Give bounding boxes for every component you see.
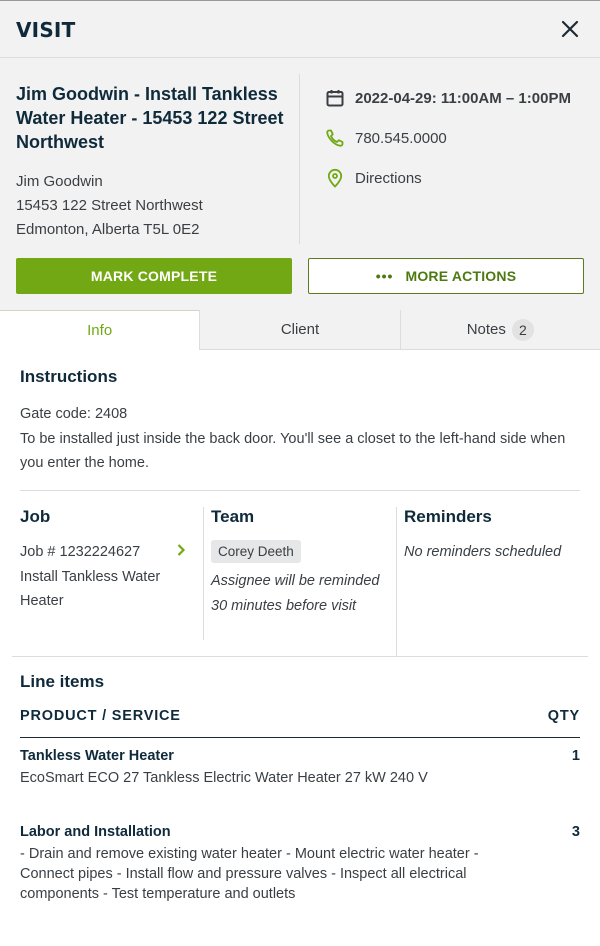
line-item-name: Tankless Water Heater: [20, 748, 174, 764]
job-title: Install Tankless Water Heater: [20, 568, 161, 610]
reminders-section: Reminders No reminders scheduled: [404, 507, 580, 565]
visit-summary: Jim Goodwin - Install Tankless Water Hea…: [0, 58, 600, 310]
more-actions-label: MORE ACTIONS: [405, 268, 517, 284]
client-name: Jim Goodwin: [16, 173, 103, 190]
visit-details: Jim Goodwin - Install Tankless Water Hea…: [16, 82, 296, 242]
team-section: Team Corey Deeth Assignee will be remind…: [211, 507, 391, 618]
phone-link[interactable]: 780.545.0000: [355, 130, 447, 147]
mark-complete-button[interactable]: MARK COMPLETE: [16, 258, 292, 294]
section-divider: [20, 490, 580, 491]
schedule-text: 2022-04-29: 11:00AM – 1:00PM: [355, 89, 571, 107]
instructions-heading: Instructions: [20, 367, 118, 386]
phone-icon: [325, 128, 345, 148]
summary-divider: [299, 74, 300, 244]
tab-client-label: Client: [280, 321, 320, 338]
line-item-description: - Drain and remove existing water heater…: [20, 846, 479, 902]
instructions-text: Gate code: 2408 To be installed just ins…: [20, 402, 580, 476]
line-item-qty: 3: [571, 824, 580, 840]
calendar-icon: [325, 88, 345, 108]
assignee-reminder-note: Assignee will be reminded 30 minutes bef…: [211, 573, 380, 614]
line-items-header: PRODUCT / SERVICE QTY: [20, 708, 580, 724]
more-actions-button[interactable]: ••• MORE ACTIONS: [308, 258, 584, 294]
tab-client[interactable]: Client: [199, 310, 400, 350]
more-dots-icon: •••: [375, 268, 394, 284]
notes-count-badge: 2: [511, 318, 534, 341]
header-rule: [20, 737, 580, 738]
line-item-qty: 1: [571, 748, 580, 764]
line-item: Labor and Installation 3 - Drain and rem…: [20, 824, 580, 904]
visit-title: Jim Goodwin - Install Tankless Water Hea…: [16, 84, 284, 152]
map-pin-icon: [325, 168, 345, 188]
close-button[interactable]: [558, 17, 582, 41]
city-line: Edmonton, Alberta T5L 0E2: [16, 221, 200, 238]
line-item-description: EcoSmart ECO 27 Tankless Electric Water …: [20, 770, 428, 786]
reminders-heading: Reminders: [404, 507, 492, 526]
phone-row[interactable]: 780.545.0000: [325, 118, 595, 158]
directions-row[interactable]: Directions: [325, 158, 595, 198]
column-divider: [203, 507, 204, 640]
instructions-line-2: To be installed just inside the back doo…: [20, 430, 566, 472]
directions-link[interactable]: Directions: [355, 170, 422, 187]
line-items-section: Line items PRODUCT / SERVICE QTY Tankles…: [20, 672, 580, 902]
job-heading: Job: [20, 507, 51, 526]
line-item-name: Labor and Installation: [20, 824, 171, 840]
close-icon: [561, 20, 579, 38]
mark-complete-label: MARK COMPLETE: [90, 268, 218, 284]
col-qty: QTY: [547, 708, 580, 724]
col-product-service: PRODUCT / SERVICE: [20, 708, 181, 724]
job-section[interactable]: Job Job # 1232224627 Install Tankless Wa…: [20, 507, 200, 614]
street-address: 15453 122 Street Northwest: [16, 197, 203, 214]
visit-header: VISIT: [0, 0, 600, 58]
tab-notes[interactable]: Notes 2: [399, 310, 600, 350]
visit-tabs: Info Client Notes 2: [0, 310, 600, 350]
instructions-line-1: Gate code: 2408: [20, 406, 128, 422]
tab-info-label: Info: [87, 322, 113, 339]
visit-meta: 2022-04-29: 11:00AM – 1:00PM 780.545.000…: [325, 78, 595, 198]
reminders-empty-text: No reminders scheduled: [404, 544, 562, 560]
dialog-title: VISIT: [16, 18, 76, 42]
job-number: Job # 1232224627: [20, 544, 141, 560]
column-divider: [396, 507, 397, 657]
tab-notes-label: Notes: [466, 321, 506, 338]
team-heading: Team: [211, 507, 255, 526]
section-divider: [12, 656, 588, 657]
line-item: Tankless Water Heater 1 EcoSmart ECO 27 …: [20, 748, 580, 788]
details-columns: Job Job # 1232224627 Install Tankless Wa…: [20, 507, 580, 657]
schedule-row: 2022-04-29: 11:00AM – 1:00PM: [325, 78, 595, 118]
chevron-right-icon[interactable]: [176, 543, 186, 562]
client-address: Jim Goodwin 15453 122 Street Northwest E…: [16, 170, 296, 242]
line-items-heading: Line items: [20, 672, 105, 691]
tab-info[interactable]: Info: [0, 310, 200, 350]
assignee-chip[interactable]: Corey Deeth: [211, 540, 301, 563]
